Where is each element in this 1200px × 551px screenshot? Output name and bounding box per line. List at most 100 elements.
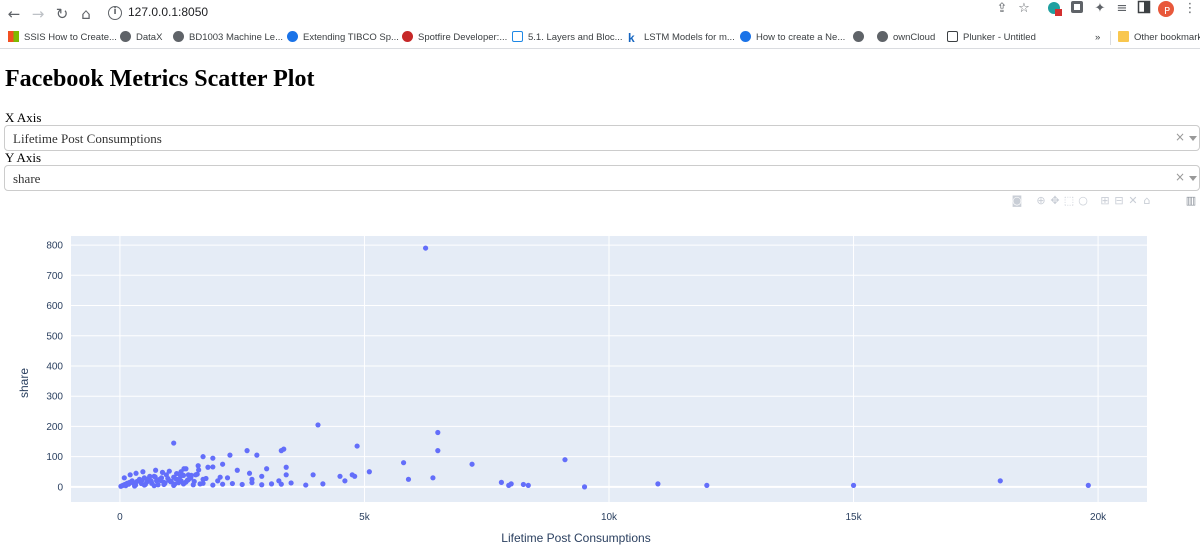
data-point[interactable]	[259, 482, 265, 488]
data-point[interactable]	[337, 473, 343, 479]
data-point[interactable]	[147, 473, 153, 479]
data-point[interactable]	[171, 482, 177, 488]
forward-icon[interactable]: →	[28, 4, 48, 24]
data-point[interactable]	[127, 472, 133, 478]
other-bookmarks-folder[interactable]: Other bookmarks	[1118, 31, 1200, 45]
data-point[interactable]	[166, 468, 172, 474]
data-point[interactable]	[320, 481, 326, 487]
data-point[interactable]	[195, 463, 201, 469]
data-point[interactable]	[435, 448, 441, 454]
data-point[interactable]	[246, 470, 253, 476]
bookmark-item[interactable]: ownCloud	[877, 31, 935, 45]
data-point[interactable]	[121, 475, 127, 481]
data-point[interactable]	[244, 448, 250, 454]
data-point[interactable]	[171, 440, 177, 446]
bookmark-item[interactable]: How to create a Ne...	[740, 31, 845, 45]
data-point[interactable]	[422, 245, 429, 251]
share-icon[interactable]: ⇪	[993, 0, 1011, 18]
data-point[interactable]	[190, 482, 196, 488]
reading-list-icon[interactable]: ≡	[1113, 0, 1131, 18]
scatter-plot[interactable]: 0 5k 10k 15k 20k 0 100 200 300 400 500 600 700 800 Li…	[0, 210, 1200, 551]
data-point[interactable]	[259, 473, 265, 479]
data-point[interactable]	[498, 479, 504, 485]
data-point[interactable]	[1085, 482, 1091, 488]
zoom-out-icon[interactable]: ⊟	[1112, 194, 1126, 208]
data-point[interactable]	[141, 482, 147, 488]
data-point[interactable]	[133, 470, 139, 476]
data-point[interactable]	[200, 480, 206, 486]
bookmark-item[interactable]	[853, 31, 869, 45]
box-select-icon[interactable]: ⬚	[1062, 194, 1076, 208]
bookmark-item[interactable]: Plunker - Untitled	[947, 31, 1036, 45]
chevron-down-icon[interactable]	[1189, 176, 1197, 181]
data-point[interactable]	[210, 464, 216, 470]
data-point[interactable]	[234, 467, 240, 473]
bookmark-item[interactable]: Spotfire Developer:...	[402, 31, 507, 45]
pan-icon[interactable]: ✥	[1048, 194, 1062, 208]
data-point[interactable]	[581, 484, 588, 490]
data-point[interactable]	[342, 478, 348, 484]
data-point[interactable]	[310, 472, 316, 478]
data-point[interactable]	[178, 469, 184, 475]
data-point[interactable]	[704, 482, 710, 488]
data-point[interactable]	[215, 478, 221, 484]
data-point[interactable]	[525, 482, 531, 488]
data-point[interactable]	[281, 446, 287, 452]
data-point[interactable]	[352, 473, 358, 479]
x-axis-dropdown[interactable]: Lifetime Post Consumptions ×	[4, 125, 1200, 151]
side-panel-icon[interactable]	[1135, 0, 1153, 18]
data-point[interactable]	[283, 464, 289, 470]
home-icon[interactable]: ⌂	[76, 4, 96, 24]
more-menu-icon[interactable]: ⋮	[1181, 0, 1199, 18]
bookmarks-overflow-button[interactable]: »	[1095, 31, 1100, 45]
lasso-icon[interactable]: ○	[1076, 194, 1090, 208]
data-point[interactable]	[161, 481, 167, 488]
bookmark-item[interactable]: k LSTM Models for m...	[628, 31, 735, 45]
y-axis-dropdown[interactable]: share ×	[4, 165, 1200, 191]
data-point[interactable]	[239, 481, 245, 488]
zoom-in-icon[interactable]: ⊞	[1098, 194, 1112, 208]
bookmark-item[interactable]: SSIS How to Create...	[8, 31, 117, 45]
chevron-down-icon[interactable]	[1189, 136, 1197, 141]
data-point[interactable]	[183, 466, 189, 472]
site-info-icon[interactable]: i	[108, 6, 122, 20]
data-point[interactable]	[140, 469, 146, 475]
bookmark-item[interactable]: Extending TIBCO Sp...	[287, 31, 399, 45]
data-point[interactable]	[159, 469, 166, 475]
data-point[interactable]	[205, 464, 211, 470]
reload-icon[interactable]: ↻	[52, 4, 72, 24]
data-point[interactable]	[185, 472, 191, 478]
data-point[interactable]	[224, 475, 231, 481]
data-point[interactable]	[148, 478, 154, 484]
extensions-puzzle-icon[interactable]: ✦	[1091, 0, 1109, 18]
data-point[interactable]	[405, 476, 412, 482]
star-icon[interactable]: ☆	[1015, 0, 1033, 18]
data-point[interactable]	[220, 481, 226, 487]
data-point[interactable]	[283, 472, 289, 478]
data-point[interactable]	[264, 466, 270, 472]
data-point[interactable]	[210, 482, 216, 488]
data-point[interactable]	[180, 481, 187, 487]
data-point[interactable]	[469, 461, 475, 467]
zoom-icon[interactable]: ⊕	[1034, 194, 1048, 208]
autoscale-icon[interactable]: ✕	[1126, 194, 1140, 208]
camera-icon[interactable]: ◙	[1010, 194, 1024, 208]
data-point[interactable]	[400, 460, 407, 466]
data-point[interactable]	[430, 475, 436, 481]
data-point[interactable]	[303, 482, 309, 488]
bookmark-item[interactable]: 5.1. Layers and Bloc...	[512, 31, 623, 45]
data-point[interactable]	[268, 481, 275, 487]
plotly-logo-icon[interactable]: ▥	[1184, 194, 1198, 208]
extension-icon[interactable]	[1045, 0, 1063, 18]
data-point[interactable]	[203, 475, 209, 482]
data-point[interactable]	[435, 429, 441, 436]
data-point[interactable]	[152, 474, 158, 480]
data-point[interactable]	[315, 422, 321, 428]
data-point[interactable]	[193, 472, 199, 478]
reset-axes-icon[interactable]: ⌂	[1140, 194, 1154, 208]
data-point[interactable]	[153, 467, 159, 473]
data-point[interactable]	[997, 478, 1003, 484]
data-point[interactable]	[354, 443, 360, 449]
data-point[interactable]	[520, 481, 527, 488]
data-point[interactable]	[151, 483, 157, 489]
